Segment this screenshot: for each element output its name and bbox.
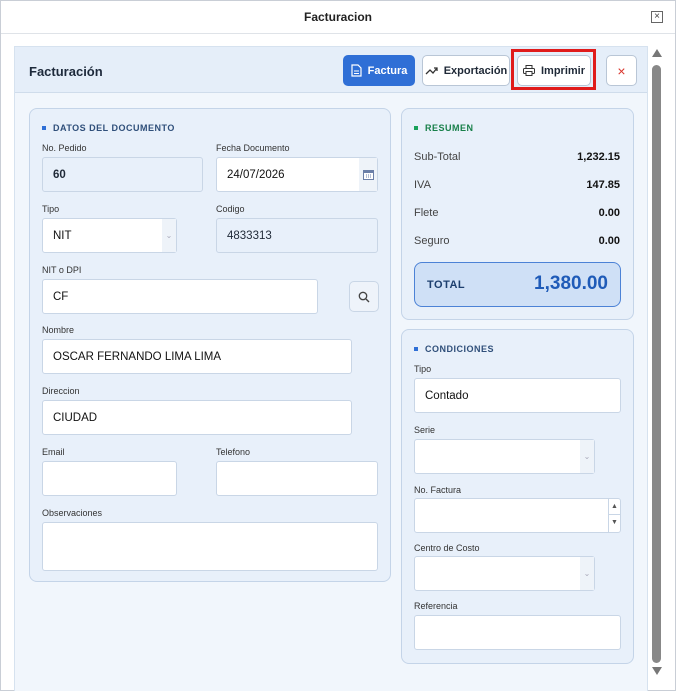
header-bar: Facturación Factura Exportación Imprimir… bbox=[15, 47, 647, 93]
iva-row: IVA 147.85 bbox=[414, 179, 620, 191]
window-title: Facturacion bbox=[303, 10, 372, 24]
nombre-label: Nombre bbox=[42, 325, 75, 335]
facturacion-window: Facturacion × Facturación Factura Export… bbox=[0, 0, 676, 691]
search-button[interactable] bbox=[349, 281, 379, 312]
email-label: Email bbox=[42, 447, 65, 457]
resumen-title: RESUMEN bbox=[414, 123, 474, 133]
centro-costo-select[interactable]: ⌄ bbox=[414, 556, 595, 591]
nit-input[interactable]: CF bbox=[42, 279, 318, 314]
calendar-icon[interactable] bbox=[359, 158, 377, 191]
condiciones-tipo-label: Tipo bbox=[414, 364, 432, 374]
exportacion-button[interactable]: Exportación bbox=[422, 55, 510, 86]
codigo-field: 4833313 bbox=[216, 218, 378, 253]
nombre-input[interactable]: OSCAR FERNANDO LIMA LIMA bbox=[42, 339, 352, 374]
scroll-up-icon[interactable] bbox=[652, 49, 662, 57]
search-icon bbox=[358, 291, 370, 302]
flete-row: Flete 0.00 bbox=[414, 207, 620, 219]
referencia-input[interactable] bbox=[414, 615, 621, 650]
tipo-select[interactable]: NIT ⌄ bbox=[42, 218, 177, 253]
condiciones-title: CONDICIONES bbox=[414, 344, 494, 354]
telefono-input[interactable] bbox=[216, 461, 378, 496]
subtotal-row: Sub-Total 1,232.15 bbox=[414, 151, 620, 163]
total-label: TOTAL bbox=[427, 279, 466, 291]
seguro-row: Seguro 0.00 bbox=[414, 235, 620, 247]
page-title: Facturación bbox=[29, 64, 103, 79]
section-dot-icon bbox=[42, 126, 46, 130]
section-dot-icon bbox=[414, 347, 418, 351]
observaciones-label: Observaciones bbox=[42, 508, 103, 518]
direccion-input[interactable]: CIUDAD bbox=[42, 400, 352, 435]
condiciones-tipo-select[interactable]: Contado bbox=[414, 378, 621, 413]
serie-select[interactable]: ⌄ bbox=[414, 439, 595, 474]
factura-button[interactable]: Factura bbox=[343, 55, 415, 86]
scroll-thumb[interactable] bbox=[652, 65, 661, 663]
trending-up-icon bbox=[425, 67, 438, 75]
datos-documento-title: DATOS DEL DOCUMENTO bbox=[42, 123, 175, 133]
spin-down-icon[interactable]: ▼ bbox=[609, 515, 620, 531]
referencia-label: Referencia bbox=[414, 601, 458, 611]
spin-up-icon[interactable]: ▲ bbox=[609, 499, 620, 515]
vertical-scrollbar[interactable] bbox=[651, 49, 663, 679]
imprimir-highlight-box bbox=[511, 49, 596, 90]
section-dot-icon bbox=[414, 126, 418, 130]
serie-label: Serie bbox=[414, 425, 436, 435]
centro-costo-label: Centro de Costo bbox=[414, 543, 480, 553]
total-box: TOTAL 1,380.00 bbox=[414, 262, 621, 307]
main-panel: Facturación Factura Exportación Imprimir… bbox=[14, 46, 648, 691]
document-icon bbox=[351, 64, 362, 77]
direccion-label: Direccion bbox=[42, 386, 80, 396]
no-pedido-field: 60 bbox=[42, 157, 203, 192]
codigo-label: Codigo bbox=[216, 204, 245, 214]
chevron-down-icon: ⌄ bbox=[580, 440, 594, 473]
window-close-icon[interactable]: × bbox=[651, 11, 663, 23]
nit-label: NIT o DPI bbox=[42, 265, 82, 275]
exportacion-button-label: Exportación bbox=[443, 64, 508, 77]
factura-button-label: Factura bbox=[367, 64, 408, 77]
resumen-card: RESUMEN Sub-Total 1,232.15 IVA 147.85 Fl… bbox=[401, 108, 634, 320]
total-value: 1,380.00 bbox=[534, 273, 608, 294]
title-bar: Facturacion × bbox=[1, 1, 675, 34]
chevron-down-icon: ⌄ bbox=[162, 219, 176, 252]
fecha-documento-value: 24/07/2026 bbox=[227, 168, 285, 181]
close-icon: × bbox=[617, 62, 626, 79]
scroll-down-icon[interactable] bbox=[652, 667, 662, 675]
number-spinner[interactable]: ▲ ▼ bbox=[608, 499, 620, 532]
tipo-value: NIT bbox=[53, 229, 72, 242]
no-pedido-label: No. Pedido bbox=[42, 143, 87, 153]
condiciones-card: CONDICIONES Tipo Contado Serie ⌄ No. Fac… bbox=[401, 329, 634, 664]
close-button[interactable]: × bbox=[606, 55, 637, 86]
fecha-documento-label: Fecha Documento bbox=[216, 143, 290, 153]
datos-documento-card: DATOS DEL DOCUMENTO No. Pedido 60 Fecha … bbox=[29, 108, 391, 582]
fecha-documento-field[interactable]: 24/07/2026 bbox=[216, 157, 378, 192]
tipo-label: Tipo bbox=[42, 204, 60, 214]
no-factura-input[interactable]: ▲ ▼ bbox=[414, 498, 621, 533]
observaciones-textarea[interactable] bbox=[42, 522, 378, 571]
telefono-label: Telefono bbox=[216, 447, 251, 457]
email-input[interactable] bbox=[42, 461, 177, 496]
chevron-down-icon: ⌄ bbox=[580, 557, 594, 590]
no-factura-label: No. Factura bbox=[414, 485, 462, 495]
